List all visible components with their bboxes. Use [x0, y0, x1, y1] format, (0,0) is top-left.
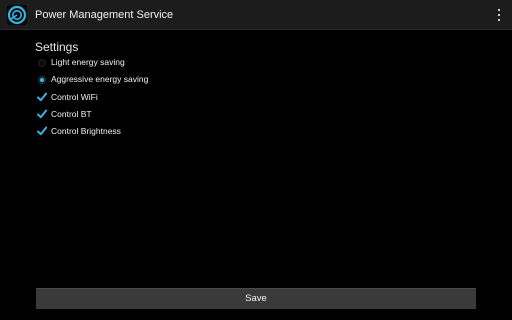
- settings-heading: Settings: [35, 40, 79, 54]
- checkmark-icon: [37, 126, 47, 136]
- checkbox-control-brightness[interactable]: Control Brightness: [36, 124, 236, 140]
- power-app-icon: [6, 4, 28, 26]
- radio-selected-icon: [38, 76, 46, 84]
- overflow-menu-icon[interactable]: [496, 8, 502, 22]
- checkmark-icon: [37, 92, 47, 102]
- checkbox-label: Control BT: [51, 109, 92, 119]
- power-management-screen: Power Management Service Settings Light …: [0, 0, 512, 320]
- checkbox-label: Control WiFi: [51, 92, 98, 102]
- checkbox-control-bt[interactable]: Control BT: [36, 107, 236, 123]
- save-button[interactable]: Save: [36, 288, 476, 309]
- save-button-label: Save: [245, 293, 267, 304]
- action-bar: Power Management Service: [0, 0, 512, 30]
- radio-unselected-icon: [38, 59, 46, 67]
- radio-aggressive-energy-saving[interactable]: Aggressive energy saving: [36, 72, 236, 88]
- checkbox-label: Control Brightness: [51, 126, 121, 136]
- radio-light-energy-saving[interactable]: Light energy saving: [36, 55, 236, 71]
- checkmark-icon: [37, 109, 47, 119]
- radio-label: Aggressive energy saving: [51, 74, 149, 84]
- radio-label: Light energy saving: [51, 57, 125, 67]
- app-title: Power Management Service: [35, 9, 174, 21]
- checkbox-control-wifi[interactable]: Control WiFi: [36, 90, 236, 106]
